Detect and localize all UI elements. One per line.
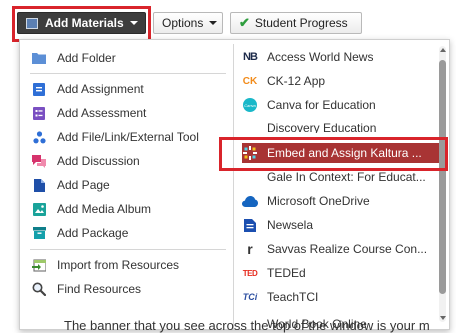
menu-item-label: Savvas Realize Course Con... — [267, 242, 428, 256]
add-materials-button[interactable]: Add Materials — [17, 12, 146, 34]
scroll-down-icon[interactable] — [440, 316, 446, 320]
menu-item-add-media-album[interactable]: Add Media Album — [28, 199, 226, 219]
menu-item-label: Add Media Album — [57, 202, 152, 216]
package-icon — [32, 226, 46, 240]
menu-separator — [30, 73, 226, 74]
chevron-down-icon — [129, 21, 138, 25]
menu-item-label: Newsela — [267, 218, 314, 232]
kaltura-logo-icon — [242, 146, 258, 160]
menu-item-find-resources[interactable]: Find Resources — [28, 279, 226, 299]
menu-item-label: Add File/Link/External Tool — [57, 130, 199, 144]
menu-item-teachtci[interactable]: TCi TeachTCI — [242, 287, 439, 307]
menu-separator — [30, 249, 226, 250]
menu-item-label: Add Discussion — [57, 154, 140, 168]
canva-logo-icon: Canva — [242, 98, 258, 112]
menu-item-import-resources[interactable]: Import from Resources — [28, 255, 226, 275]
add-materials-label: Add Materials — [45, 16, 124, 30]
menu-item-label: Add Page — [57, 178, 110, 192]
chevron-down-icon — [209, 21, 218, 25]
menu-item-add-package[interactable]: Add Package — [28, 223, 226, 243]
assessment-icon — [32, 106, 46, 120]
options-label: Options — [162, 16, 204, 30]
menu-item-savvas[interactable]: r Savvas Realize Course Con... — [242, 239, 439, 259]
menu-item-add-discussion[interactable]: Add Discussion — [28, 151, 226, 171]
menu-item-teded[interactable]: TED TEDEd — [242, 263, 439, 283]
menu-item-label: Find Resources — [57, 282, 142, 296]
folder-icon — [32, 51, 46, 65]
ck12-logo-icon: CK — [242, 75, 258, 87]
background-page-text: The banner that you see across the top o… — [64, 318, 430, 333]
menu-scrollbar[interactable] — [439, 46, 446, 322]
checkmark-icon: ✔ — [239, 15, 250, 30]
tci-logo-icon: TCi — [242, 292, 258, 302]
teded-logo-icon: TED — [242, 268, 258, 278]
menu-item-access-world-news[interactable]: NB Access World News — [242, 47, 439, 67]
menu-item-label: Gale In Context: For Educat... — [267, 170, 426, 184]
menu-item-kaltura[interactable]: Embed and Assign Kaltura ... — [242, 143, 439, 163]
menu-item-label: Access World News — [267, 50, 374, 64]
find-icon — [32, 282, 46, 296]
menu-item-label: Add Package — [57, 226, 129, 240]
media-album-icon — [32, 202, 46, 216]
menu-item-label: Canva for Education — [267, 98, 376, 112]
menu-item-gale[interactable]: Gale In Context: For Educat... — [242, 167, 439, 187]
menu-item-label: Embed and Assign Kaltura ... — [267, 146, 422, 160]
column-divider — [233, 44, 234, 329]
menu-item-label: TEDEd — [267, 266, 306, 280]
gale-logo-icon — [242, 170, 258, 184]
menu-item-newsela[interactable]: Newsela — [242, 215, 439, 235]
add-materials-menu: Add Folder Add Assignment Add Assessment… — [19, 39, 450, 330]
menu-item-onedrive[interactable]: Microsoft OneDrive — [242, 191, 439, 211]
options-button[interactable]: Options — [153, 12, 223, 34]
menu-item-add-assessment[interactable]: Add Assessment — [28, 103, 226, 123]
menu-item-add-page[interactable]: Add Page — [28, 175, 226, 195]
menu-item-canva[interactable]: Canva Canva for Education — [242, 95, 439, 115]
menu-item-add-file-link[interactable]: Add File/Link/External Tool — [28, 127, 226, 147]
assignment-icon — [32, 82, 46, 96]
import-icon — [32, 258, 46, 272]
page-icon — [32, 178, 46, 192]
menu-item-label: Microsoft OneDrive — [267, 194, 370, 208]
menu-item-label: Import from Resources — [57, 258, 180, 272]
onedrive-logo-icon — [242, 194, 258, 208]
menu-item-label: CK-12 App — [267, 74, 326, 88]
student-progress-label: Student Progress — [254, 16, 348, 30]
menu-item-add-assignment[interactable]: Add Assignment — [28, 79, 226, 99]
menu-item-label: Add Assignment — [57, 82, 144, 96]
menu-item-label: Add Folder — [57, 51, 116, 65]
discovery-logo-icon — [242, 119, 258, 133]
menu-item-discovery[interactable]: Discovery Education — [242, 119, 439, 133]
scroll-up-icon[interactable] — [440, 48, 446, 52]
menu-item-label: Add Assessment — [57, 106, 147, 120]
menu-item-add-folder[interactable]: Add Folder — [28, 48, 226, 68]
menu-item-label: Discovery Education — [267, 121, 377, 133]
student-progress-button[interactable]: ✔ Student Progress — [230, 12, 362, 34]
discussion-icon — [32, 154, 46, 168]
add-materials-icon — [26, 17, 38, 29]
menu-item-ck12[interactable]: CK CK-12 App — [242, 71, 439, 91]
file-link-icon — [32, 130, 46, 144]
newsela-logo-icon — [242, 218, 258, 232]
savvas-logo-icon: r — [247, 241, 253, 257]
menu-item-label: TeachTCI — [267, 290, 319, 304]
menu-scrollbar-thumb[interactable] — [439, 60, 446, 294]
nb-logo-icon: NB — [243, 51, 258, 63]
